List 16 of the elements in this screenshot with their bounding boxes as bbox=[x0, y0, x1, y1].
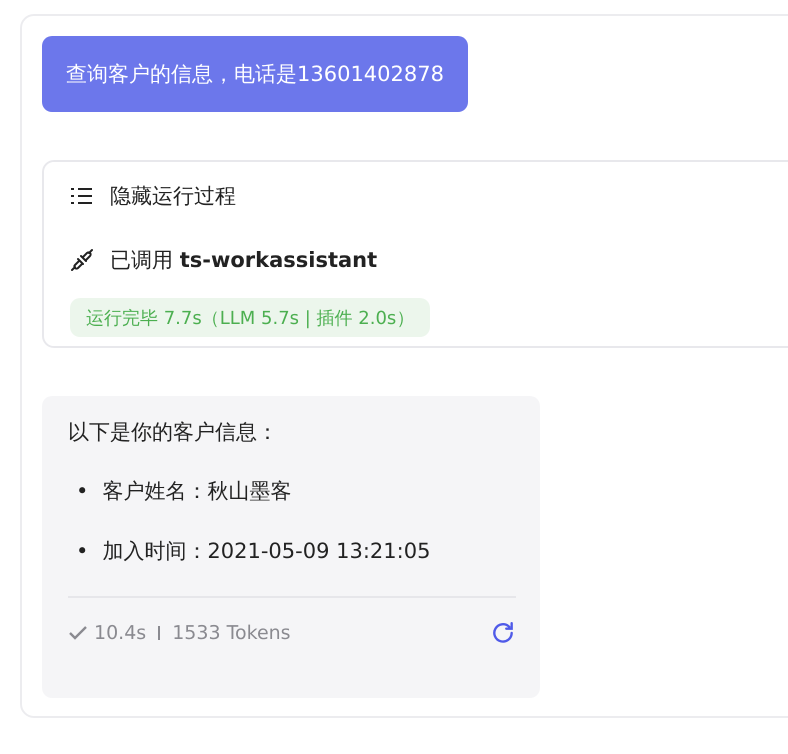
token-count: 1533 Tokens bbox=[172, 622, 291, 644]
check-icon bbox=[68, 625, 88, 641]
bullet-marker: • bbox=[76, 478, 88, 504]
refresh-button[interactable] bbox=[490, 620, 516, 646]
duration-text: 10.4s bbox=[94, 622, 146, 644]
list-icon bbox=[70, 186, 94, 206]
list-item: 客户姓名：秋山墨客 bbox=[102, 478, 292, 504]
plug-icon bbox=[70, 248, 94, 272]
answer-intro: 以下是你的客户信息： bbox=[68, 419, 279, 446]
plugin-call-text: 已调用 ts-workassistant bbox=[110, 247, 378, 274]
list-item: 加入时间：2021-05-09 13:21:05 bbox=[102, 538, 430, 564]
refresh-icon bbox=[490, 620, 516, 646]
run-status-badge: 运行完毕 7.7s（LLM 5.7s | 插件 2.0s） bbox=[70, 298, 430, 337]
bullet-marker: • bbox=[76, 538, 88, 564]
user-message: 查询客户的信息，电话是13601402878 bbox=[42, 36, 468, 112]
hide-process-toggle[interactable]: 隐藏运行过程 bbox=[110, 182, 236, 210]
